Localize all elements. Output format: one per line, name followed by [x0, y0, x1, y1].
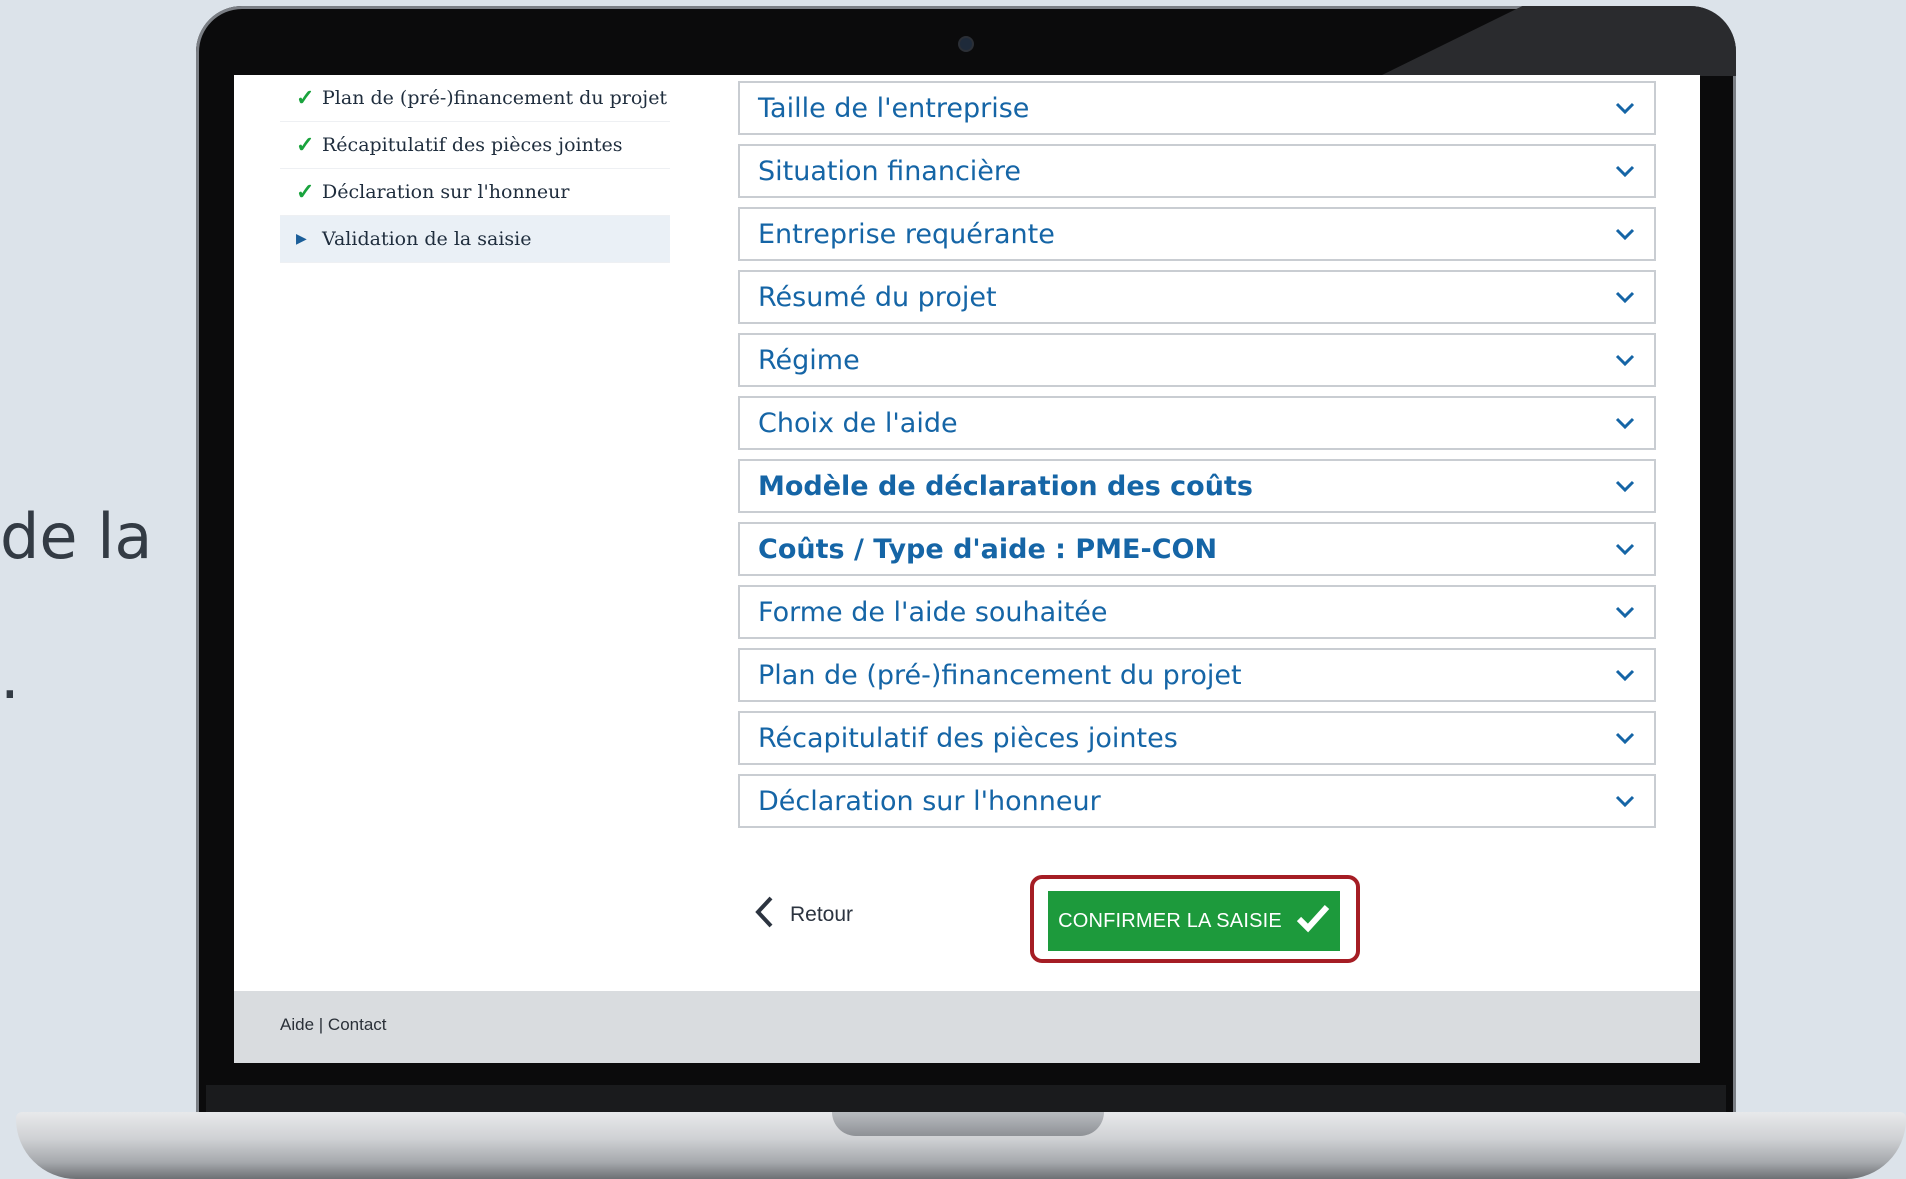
- checkmark-icon: ✓: [296, 179, 315, 205]
- sidebar-item-label: Déclaration sur l'honneur: [322, 181, 570, 203]
- chevron-down-icon: [1614, 223, 1636, 245]
- sidebar-item-attachments[interactable]: ✓ Récapitulatif des pièces jointes: [280, 122, 670, 169]
- chevron-down-icon: [1614, 412, 1636, 434]
- accordion-honor-declaration[interactable]: Déclaration sur l'honneur: [738, 774, 1656, 828]
- accordion-project-summary[interactable]: Résumé du projet: [738, 270, 1656, 324]
- chevron-down-icon: [1614, 601, 1636, 623]
- chevron-left-icon: [754, 895, 774, 934]
- accordion-costs-aid-type[interactable]: Coûts / Type d'aide : PME-CON: [738, 522, 1656, 576]
- accordion-label: Déclaration sur l'honneur: [758, 785, 1101, 817]
- background-slide-text-2: .: [0, 640, 20, 713]
- sidebar-item-financing-plan[interactable]: ✓ Plan de (pré-)financement du projet: [280, 75, 670, 122]
- accordion-label: Récapitulatif des pièces jointes: [758, 722, 1178, 754]
- accordion-label: Modèle de déclaration des coûts: [758, 470, 1253, 502]
- checkmark-icon: ✓: [296, 85, 315, 111]
- accordion-label: Coûts / Type d'aide : PME-CON: [758, 533, 1218, 565]
- chevron-down-icon: [1614, 286, 1636, 308]
- accordion-label: Entreprise requérante: [758, 218, 1055, 250]
- help-link[interactable]: Aide: [280, 1015, 314, 1034]
- sidebar-item-label: Validation de la saisie: [322, 228, 532, 250]
- contact-link[interactable]: Contact: [328, 1015, 387, 1034]
- chevron-down-icon: [1614, 97, 1636, 119]
- page-footer: Aide | Contact: [234, 991, 1700, 1063]
- laptop-bezel: [206, 1085, 1726, 1115]
- accordion-cost-model[interactable]: Modèle de déclaration des coûts: [738, 459, 1656, 513]
- sidebar-item-label: Récapitulatif des pièces jointes: [322, 134, 623, 156]
- accordion-label: Forme de l'aide souhaitée: [758, 596, 1108, 628]
- chevron-down-icon: [1614, 349, 1636, 371]
- checkmark-icon: [1296, 903, 1330, 939]
- accordion-label: Taille de l'entreprise: [758, 92, 1030, 124]
- chevron-down-icon: [1614, 538, 1636, 560]
- chevron-down-icon: [1614, 475, 1636, 497]
- confirm-highlight-frame: CONFIRMER LA SAISIE: [1030, 875, 1360, 963]
- checkmark-icon: ✓: [296, 132, 315, 158]
- chevron-down-icon: [1614, 790, 1636, 812]
- confirm-button-label: CONFIRMER LA SAISIE: [1058, 909, 1282, 932]
- accordion-financing-plan[interactable]: Plan de (pré-)financement du projet: [738, 648, 1656, 702]
- chevron-down-icon: [1614, 160, 1636, 182]
- sidebar-item-validation[interactable]: ▶ Validation de la saisie: [280, 216, 670, 263]
- accordion-label: Résumé du projet: [758, 281, 997, 313]
- background-slide-text: de la: [0, 500, 153, 573]
- laptop-screen: ✓ Plan de (pré-)financement du projet ✓ …: [234, 75, 1700, 1063]
- confirm-entry-button[interactable]: CONFIRMER LA SAISIE: [1048, 891, 1340, 951]
- chevron-down-icon: [1614, 664, 1636, 686]
- laptop-notch: [832, 1112, 1104, 1136]
- accordion-label: Choix de l'aide: [758, 407, 958, 439]
- sidebar-item-label: Plan de (pré-)financement du projet: [322, 87, 668, 109]
- sidebar-item-declaration[interactable]: ✓ Déclaration sur l'honneur: [280, 169, 670, 216]
- accordion-label: Situation financière: [758, 155, 1022, 187]
- accordion-financial-situation[interactable]: Situation financière: [738, 144, 1656, 198]
- step-sidebar: ✓ Plan de (pré-)financement du projet ✓ …: [280, 75, 670, 263]
- accordion-regime[interactable]: Régime: [738, 333, 1656, 387]
- camera-icon: [960, 38, 972, 50]
- accordion-applicant-company[interactable]: Entreprise requérante: [738, 207, 1656, 261]
- accordion-aid-form[interactable]: Forme de l'aide souhaitée: [738, 585, 1656, 639]
- chevron-down-icon: [1614, 727, 1636, 749]
- accordion-attachments[interactable]: Récapitulatif des pièces jointes: [738, 711, 1656, 765]
- footer-links: Aide | Contact: [280, 1015, 387, 1035]
- back-button-label: Retour: [790, 902, 854, 926]
- back-button[interactable]: Retour: [754, 895, 853, 934]
- accordion-label: Plan de (pré-)financement du projet: [758, 659, 1242, 691]
- footer-separator: |: [318, 1015, 324, 1034]
- accordion-aid-choice[interactable]: Choix de l'aide: [738, 396, 1656, 450]
- accordion-company-size[interactable]: Taille de l'entreprise: [738, 81, 1656, 135]
- summary-accordion: Taille de l'entreprise Situation financi…: [738, 81, 1656, 837]
- caret-right-icon: ▶: [296, 231, 307, 247]
- form-actions: Retour CONFIRMER LA SAISIE: [738, 875, 1656, 965]
- accordion-label: Régime: [758, 344, 860, 376]
